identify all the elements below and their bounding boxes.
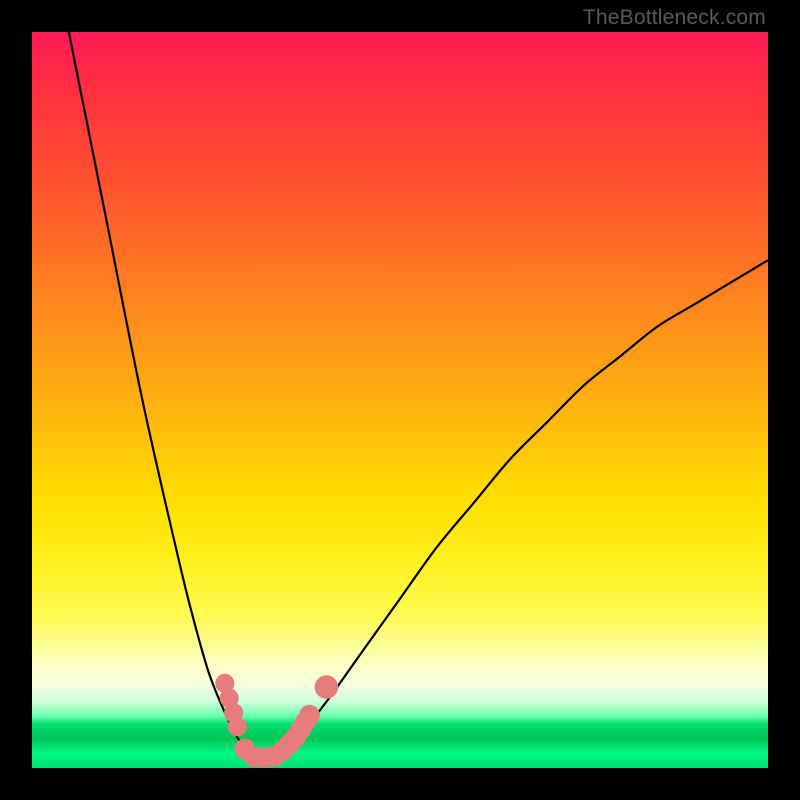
curve-layer — [32, 32, 768, 768]
data-marker — [299, 705, 320, 726]
data-marker — [315, 675, 339, 699]
data-marker — [228, 717, 247, 736]
chart-frame: TheBottleneck.com — [0, 0, 800, 800]
plot-area — [32, 32, 768, 768]
bottleneck-curve — [69, 32, 768, 760]
watermark-text: TheBottleneck.com — [583, 6, 766, 30]
